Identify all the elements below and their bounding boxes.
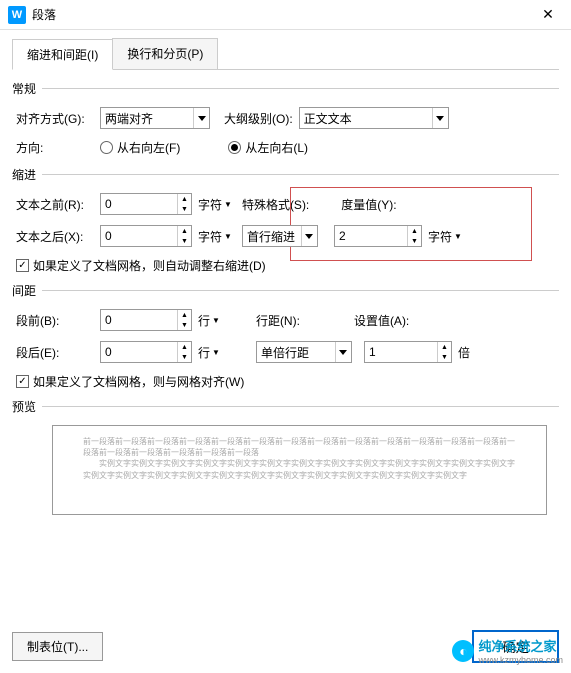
space-before-unit[interactable]: 行▼: [198, 312, 220, 329]
section-spacing: 间距: [12, 282, 36, 299]
alignment-combo[interactable]: 两端对齐: [100, 107, 210, 129]
section-preview: 预览: [12, 398, 36, 415]
app-icon: W: [8, 6, 26, 24]
space-before-label: 段前(B):: [16, 312, 94, 329]
after-text-label: 文本之后(X):: [16, 228, 94, 245]
checkbox-icon: [16, 259, 29, 272]
caret-up-icon[interactable]: ▲: [408, 226, 421, 236]
line-spacing-label: 行距(N):: [256, 312, 300, 329]
chevron-down-icon: ▼: [212, 316, 220, 325]
checkbox-icon: [16, 375, 29, 388]
indent-grid-checkbox[interactable]: 如果定义了文档网格，则自动调整右缩进(D): [12, 257, 559, 274]
direction-label: 方向:: [16, 139, 94, 156]
space-after-label: 段后(E):: [16, 344, 94, 361]
measure-spinner[interactable]: 2 ▲▼: [334, 225, 422, 247]
caret-up-icon[interactable]: ▲: [178, 226, 191, 236]
chevron-down-icon: [301, 226, 317, 246]
measure-label: 度量值(Y):: [341, 196, 396, 213]
spacing-grid-checkbox[interactable]: 如果定义了文档网格，则与网格对齐(W): [12, 373, 559, 390]
alignment-label: 对齐方式(G):: [16, 110, 94, 127]
radio-icon: [228, 141, 241, 154]
setat-spinner[interactable]: 1 ▲▼: [364, 341, 452, 363]
caret-up-icon[interactable]: ▲: [438, 342, 451, 352]
tab-line-page-breaks[interactable]: 换行和分页(P): [112, 38, 218, 69]
space-after-spinner[interactable]: 0 ▲▼: [100, 341, 192, 363]
caret-up-icon[interactable]: ▲: [178, 194, 191, 204]
setat-label: 设置值(A):: [354, 312, 409, 329]
chevron-down-icon: [432, 108, 448, 128]
measure-unit[interactable]: 字符▼: [428, 228, 462, 245]
outline-label: 大纲级别(O):: [224, 110, 293, 127]
space-after-unit[interactable]: 行▼: [198, 344, 220, 361]
chevron-down-icon: ▼: [454, 232, 462, 241]
chevron-down-icon: ▼: [212, 348, 220, 357]
special-combo[interactable]: 首行缩进: [242, 225, 318, 247]
caret-down-icon[interactable]: ▼: [438, 352, 451, 362]
setat-unit: 倍: [458, 344, 470, 361]
radio-ltr[interactable]: 从左向右(L): [228, 139, 308, 156]
chevron-down-icon: ▼: [224, 200, 232, 209]
after-text-spinner[interactable]: 0 ▲▼: [100, 225, 192, 247]
special-label: 特殊格式(S):: [242, 196, 309, 213]
tabs-button[interactable]: 制表位(T)...: [12, 632, 103, 661]
close-button[interactable]: ✕: [533, 0, 563, 30]
radio-icon: [100, 141, 113, 154]
chevron-down-icon: [193, 108, 209, 128]
before-text-spinner[interactable]: 0 ▲▼: [100, 193, 192, 215]
caret-down-icon[interactable]: ▼: [408, 236, 421, 246]
chevron-down-icon: ▼: [224, 232, 232, 241]
watermark-icon: ◐: [452, 640, 474, 662]
preview-area: 前一段落前一段落前一段落前一段落前一段落前一段落前一段落前一段落前一段落前一段落…: [52, 425, 547, 515]
caret-up-icon[interactable]: ▲: [178, 310, 191, 320]
window-title: 段落: [32, 6, 533, 23]
space-before-spinner[interactable]: 0 ▲▼: [100, 309, 192, 331]
chevron-down-icon: [335, 342, 351, 362]
before-unit[interactable]: 字符▼: [198, 196, 232, 213]
section-indent: 缩进: [12, 166, 36, 183]
outline-combo[interactable]: 正文文本: [299, 107, 449, 129]
line-spacing-combo[interactable]: 单倍行距: [256, 341, 352, 363]
caret-down-icon[interactable]: ▼: [178, 320, 191, 330]
section-general: 常规: [12, 80, 36, 97]
tab-indent-spacing[interactable]: 缩进和间距(I): [12, 39, 113, 70]
caret-down-icon[interactable]: ▼: [178, 204, 191, 214]
after-unit[interactable]: 字符▼: [198, 228, 232, 245]
radio-rtl[interactable]: 从右向左(F): [100, 139, 180, 156]
before-text-label: 文本之前(R):: [16, 196, 94, 213]
caret-up-icon[interactable]: ▲: [178, 342, 191, 352]
caret-down-icon[interactable]: ▼: [178, 236, 191, 246]
watermark: ◐ 纯净系统之家 www.kzmyhome.com: [452, 636, 563, 665]
caret-down-icon[interactable]: ▼: [178, 352, 191, 362]
